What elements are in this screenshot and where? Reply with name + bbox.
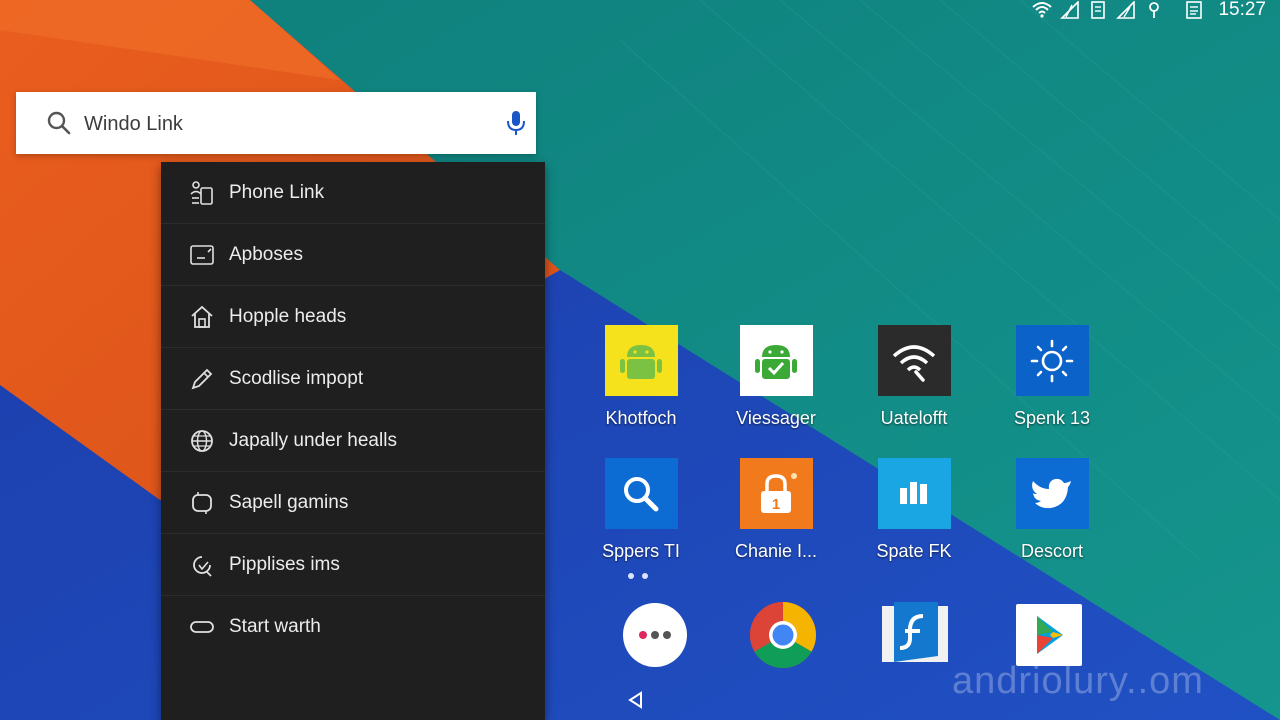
page-indicator bbox=[628, 573, 648, 579]
search-suggestions: Phone Link Apboses Hopple heads Scodlise… bbox=[161, 162, 545, 720]
app-tile bbox=[877, 458, 951, 529]
android-check-icon bbox=[755, 344, 797, 379]
home-icon bbox=[191, 305, 213, 328]
search-input[interactable] bbox=[82, 106, 466, 142]
app-khotfoch[interactable]: Khotfoch bbox=[576, 325, 706, 429]
suggestion-label: Start warth bbox=[229, 615, 321, 637]
app-tile bbox=[604, 458, 678, 529]
notes-icon bbox=[1186, 1, 1203, 19]
wifi-icon bbox=[1032, 2, 1053, 18]
suggestion-item-apboses[interactable]: Apboses bbox=[161, 224, 545, 286]
signal-icon bbox=[1060, 1, 1080, 19]
app-chanie[interactable]: 1 Chanie I... bbox=[711, 458, 841, 562]
suggestion-item-phone-link[interactable]: Phone Link bbox=[161, 162, 545, 224]
suggestion-label: Japally under healls bbox=[229, 429, 397, 451]
search-icon bbox=[47, 111, 71, 135]
dock-flash[interactable] bbox=[880, 598, 950, 668]
page-dot bbox=[628, 573, 634, 579]
suggestion-item-hopple-heads[interactable]: Hopple heads bbox=[161, 286, 545, 348]
app-label: Spate FK bbox=[876, 541, 952, 561]
microphone-icon[interactable] bbox=[502, 108, 530, 138]
flash-icon bbox=[882, 602, 948, 662]
home-screen: 15:27 Phone Link bbox=[0, 0, 1280, 720]
app-tile bbox=[739, 325, 813, 396]
lock-icon: 1 bbox=[761, 472, 797, 513]
suggestion-item-pipplises-ims[interactable]: Pipplises ims bbox=[161, 534, 545, 596]
window-icon bbox=[190, 244, 214, 265]
location-icon bbox=[1149, 2, 1160, 18]
toggle-icon bbox=[190, 620, 214, 633]
search-icon bbox=[624, 476, 659, 511]
app-spate-fk[interactable]: Spate FK bbox=[849, 458, 979, 562]
chrome-icon bbox=[749, 602, 817, 669]
app-label: Sppers TI bbox=[602, 541, 680, 561]
status-clock: 15:27 bbox=[1218, 0, 1266, 20]
app-tile bbox=[604, 325, 678, 396]
suggestion-label: Hopple heads bbox=[229, 305, 347, 327]
app-label: Chanie I... bbox=[734, 541, 818, 561]
app-tile bbox=[1015, 458, 1089, 529]
suggestion-item-start-warth[interactable]: Start warth bbox=[161, 596, 545, 657]
app-tile: 1 bbox=[739, 458, 813, 529]
app-label: Descort bbox=[1020, 541, 1083, 561]
dock-chrome[interactable] bbox=[748, 600, 818, 670]
suggestion-label: Phone Link bbox=[229, 181, 325, 203]
app-label: Khotfoch bbox=[605, 408, 677, 428]
watermark: andriolury..om bbox=[952, 660, 1204, 702]
sim-icon bbox=[1091, 1, 1106, 19]
signal-icon bbox=[1116, 1, 1136, 19]
phone-link-icon bbox=[190, 180, 213, 205]
brightness-icon bbox=[1030, 339, 1074, 382]
suggestion-item-sapell-gamins[interactable]: Sapell gamins bbox=[161, 472, 545, 534]
clock-icon bbox=[192, 491, 212, 514]
globe-icon bbox=[191, 429, 213, 452]
bird-icon bbox=[1032, 478, 1071, 508]
dock-more-apps[interactable] bbox=[620, 600, 690, 670]
app-descort[interactable]: Descort bbox=[987, 458, 1117, 562]
app-sppers-ti[interactable]: Sppers TI bbox=[576, 458, 706, 562]
page-dot bbox=[642, 573, 648, 579]
search-bar[interactable] bbox=[16, 92, 536, 154]
suggestion-item-scodlise-impopt[interactable]: Scodlise impopt bbox=[161, 348, 545, 410]
play-store-icon bbox=[1016, 604, 1082, 666]
app-label: Uatelofft bbox=[880, 408, 948, 428]
status-bar: 15:27 bbox=[1032, 0, 1266, 20]
android-icon bbox=[620, 344, 662, 379]
more-apps-icon bbox=[623, 603, 687, 667]
app-uatelofft[interactable]: Uatelofft bbox=[849, 325, 979, 429]
pen-icon bbox=[191, 368, 213, 389]
app-tile bbox=[1015, 325, 1089, 396]
app-tile bbox=[877, 325, 951, 396]
suggestion-label: Sapell gamins bbox=[229, 491, 349, 513]
suggestion-label: Pipplises ims bbox=[229, 553, 340, 575]
wifi-icon bbox=[892, 344, 936, 382]
suggestion-item-japally-under-healls[interactable]: Japally under healls bbox=[161, 410, 545, 472]
app-label: Viessager bbox=[736, 408, 816, 428]
back-icon[interactable] bbox=[626, 690, 646, 710]
app-viessager[interactable]: Viessager bbox=[711, 325, 841, 429]
app-spenk-13[interactable]: Spenk 13 bbox=[987, 325, 1117, 429]
app-label: Spenk 13 bbox=[1013, 408, 1091, 428]
refresh-icon bbox=[193, 555, 212, 577]
suggestion-label: Scodlise impopt bbox=[229, 367, 364, 389]
bars-icon bbox=[900, 481, 927, 504]
suggestion-label: Apboses bbox=[229, 243, 303, 265]
svg-text:1: 1 bbox=[772, 496, 780, 513]
